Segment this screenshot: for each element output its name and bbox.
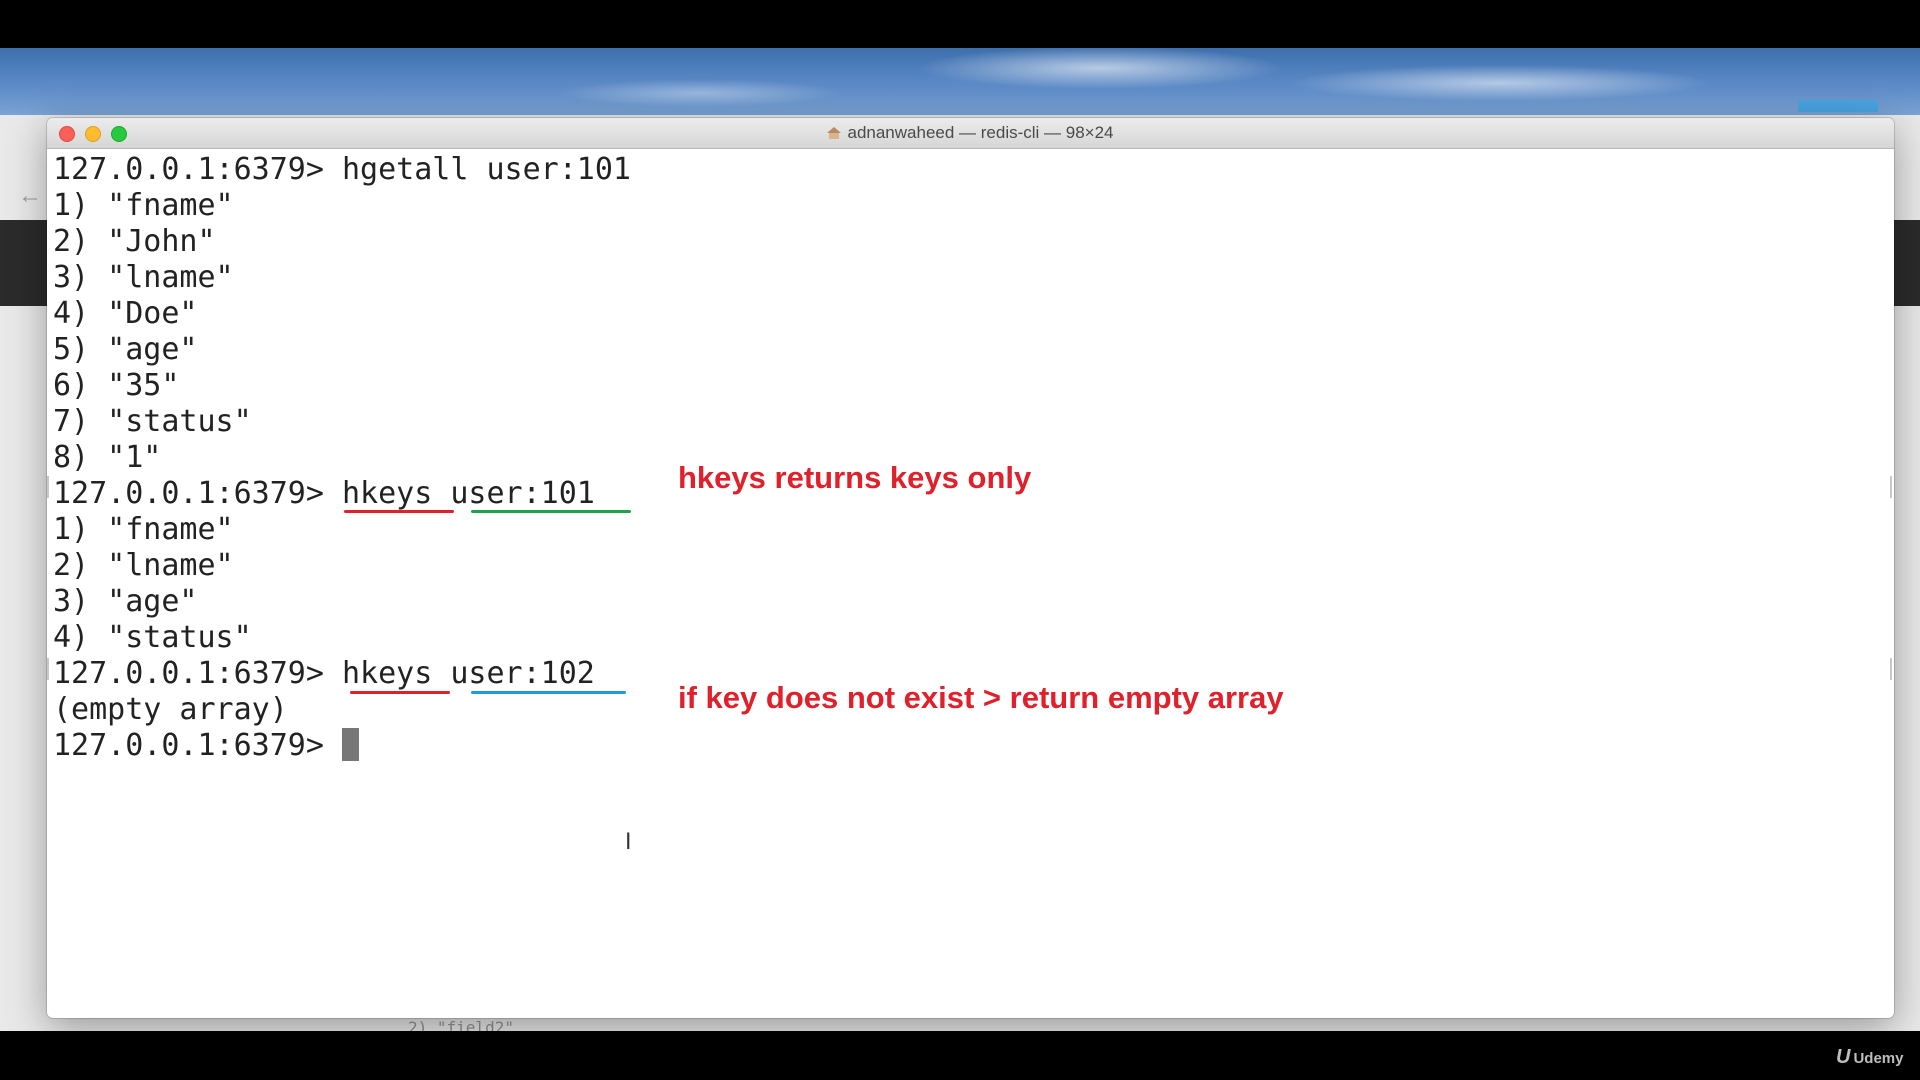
terminal-line: 127.0.0.1:6379> hkeys user:101 [53, 476, 595, 511]
udemy-logo: U Udemy [1836, 1046, 1903, 1069]
letterbox-bottom [0, 1031, 1920, 1080]
terminal-line: 2) "lname" [53, 548, 234, 583]
terminal-prompt-line[interactable]: 127.0.0.1:6379> [53, 728, 359, 764]
scroll-marker [47, 658, 49, 680]
underline-hkeys-red [350, 691, 450, 694]
terminal-line: 1) "fname" [53, 512, 234, 547]
annotation-hkeys-note: hkeys returns keys only [678, 460, 1032, 495]
udemy-name: Udemy [1853, 1050, 1904, 1067]
terminal-line: 3) "age" [53, 584, 198, 619]
terminal-line: 5) "age" [53, 332, 198, 367]
underline-user102-blue [471, 691, 626, 694]
terminal-line: 4) "status" [53, 620, 252, 655]
scroll-marker [47, 476, 49, 498]
ibeam-cursor-icon: I [625, 830, 632, 855]
terminal-line: 2) "John" [53, 224, 216, 259]
underline-hkeys-red [344, 510, 454, 513]
terminal-line: 4) "Doe" [53, 296, 198, 331]
sky-clouds [0, 48, 1920, 118]
terminal-line: 127.0.0.1:6379> hkeys user:102 [53, 656, 595, 691]
terminal-line: 6) "35" [53, 368, 180, 403]
letterbox-top [0, 0, 1920, 48]
folder-icon [1798, 100, 1878, 112]
title-bar[interactable]: adnanwaheed — redis-cli — 98×24 [47, 118, 1894, 149]
annotation-empty-note: if key does not exist > return empty arr… [678, 680, 1284, 715]
underline-user101-green [471, 510, 631, 513]
scroll-marker [1890, 658, 1892, 680]
text-cursor [341, 728, 359, 761]
window-title-text: adnanwaheed — redis-cli — 98×24 [847, 123, 1114, 142]
terminal-line: (empty array) [53, 692, 288, 727]
terminal-line: 8) "1" [53, 440, 162, 475]
background-dark-strip-left [0, 220, 48, 306]
scroll-marker [1890, 476, 1892, 498]
terminal-window[interactable]: adnanwaheed — redis-cli — 98×24 127.0.0.… [47, 118, 1894, 1018]
prompt: 127.0.0.1:6379> [53, 728, 342, 763]
back-arrow-icon: ← [18, 182, 42, 209]
terminal-line: 127.0.0.1:6379> hgetall user:101 [53, 152, 631, 187]
background-dark-strip-right [1893, 220, 1920, 306]
udemy-mark-icon: U [1836, 1046, 1851, 1068]
window-title: adnanwaheed — redis-cli — 98×24 [47, 118, 1894, 148]
terminal-line: 1) "fname" [53, 188, 234, 223]
terminal-line: 7) "status" [53, 404, 252, 439]
terminal-line: 3) "lname" [53, 260, 234, 295]
home-folder-icon [827, 127, 842, 139]
